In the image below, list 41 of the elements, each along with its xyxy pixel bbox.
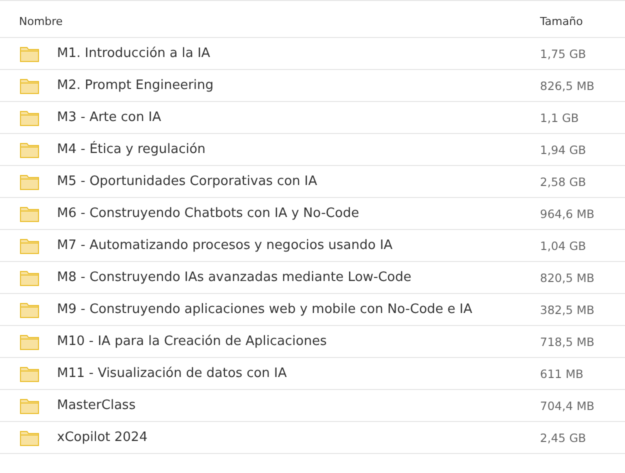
folder-icon [20,238,39,254]
folder-name[interactable]: M3 - Arte con IA [57,110,540,125]
folder-name[interactable]: M2. Prompt Engineering [57,78,540,93]
folder-name[interactable]: xCopilot 2024 [57,430,540,445]
folder-name[interactable]: M9 - Construyendo aplicaciones web y mobile con No-Code e IA [57,302,540,317]
folder-icon [20,366,39,382]
folder-name[interactable]: M4 - Ética y regulación [57,142,540,157]
folder-name[interactable]: M5 - Oportunidades Corporativas con IA [57,174,540,189]
folder-icon [20,334,39,350]
folder-icon [20,430,39,446]
folder-icon [20,174,39,190]
file-size: 1,75 GB [540,46,588,60]
file-size: 1,04 GB [540,238,588,252]
folder-name[interactable]: M10 - IA para la Creación de Aplicaciones [57,334,540,349]
folder-name[interactable]: M7 - Automatizando procesos y negocios usando IA [57,238,540,253]
folder-icon [20,46,39,62]
folder-name[interactable]: M6 - Construyendo Chatbots con IA y No-Code [57,206,540,221]
column-header[interactable]: Tamaño [540,14,625,28]
folder-icon [20,398,39,414]
folder-icon [20,302,39,318]
file-size: 1,1 GB [540,110,580,124]
file-size: 1,94 GB [540,142,588,156]
folder-name[interactable]: M1. Introducción a la IA [57,46,540,61]
file-size: 704,4 MB [540,398,596,412]
folder-icon [20,110,39,126]
column-header[interactable]: Nombre [19,14,540,28]
file-size: 964,6 MB [540,206,596,220]
file-size: 718,5 MB [540,334,596,348]
folder-icon [20,270,39,286]
folder-name[interactable]: M11 - Visualización de datos con IA [57,366,540,381]
file-size: 2,45 GB [540,430,588,444]
folder-icon [20,78,39,94]
folder-name[interactable]: M8 - Construyendo IAs avanzadas mediante Low-Code [57,270,540,285]
folder-icon [20,206,39,222]
folder-icon [20,142,39,158]
file-size: 820,5 MB [540,270,596,284]
file-size: 2,58 GB [540,174,588,188]
file-size: 382,5 MB [540,302,596,316]
file-size: 611 MB [540,366,584,380]
folder-name[interactable]: MasterClass [57,398,540,413]
file-size: 826,5 MB [540,78,596,92]
